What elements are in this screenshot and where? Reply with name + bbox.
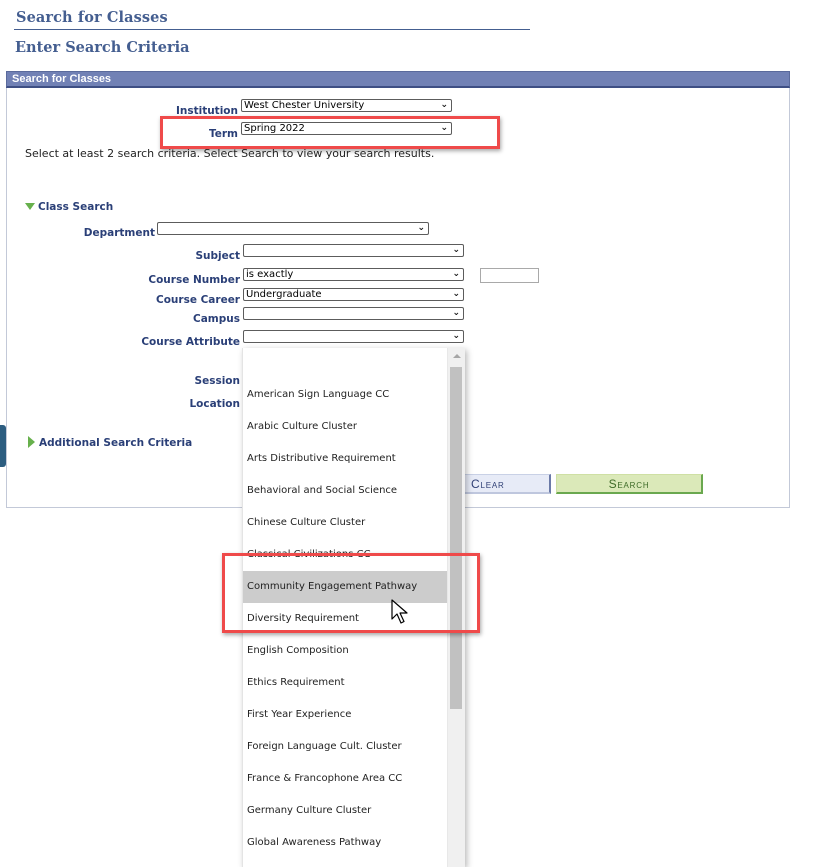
subject-select[interactable]: ⌄ — [243, 244, 464, 257]
course-attribute-label: Course Attribute — [141, 336, 240, 348]
dropdown-option[interactable]: Ethics Requirement — [243, 667, 448, 699]
panel-header-title: Search for Classes — [12, 73, 112, 85]
chevron-down-icon: ⌄ — [452, 269, 460, 279]
title-divider — [14, 29, 530, 30]
triangle-down-icon — [25, 203, 35, 210]
course-attribute-select[interactable]: ⌄ — [243, 330, 464, 343]
dropdown-option[interactable]: English Composition — [243, 635, 448, 667]
term-highlight-box — [160, 116, 500, 149]
session-label: Session — [194, 375, 240, 387]
mouse-pointer-icon — [391, 599, 408, 624]
department-select[interactable]: ⌄ — [157, 222, 429, 235]
course-number-label: Course Number — [148, 274, 240, 286]
course-career-label: Course Career — [156, 294, 240, 306]
dropdown-option[interactable]: Foreign Language Cult. Cluster — [243, 731, 448, 763]
chevron-down-icon: ⌄ — [452, 289, 460, 299]
scroll-up-arrow-icon[interactable] — [453, 354, 461, 358]
page-subtitle: Enter Search Criteria — [15, 39, 190, 56]
side-panel-tab[interactable] — [0, 425, 6, 467]
dropdown-option[interactable]: American Sign Language CC — [243, 379, 448, 411]
course-career-value: Undergraduate — [246, 289, 322, 300]
search-button[interactable]: Search — [556, 474, 703, 494]
dropdown-option[interactable]: France & Francophone Area CC — [243, 763, 448, 795]
class-search-label: Class Search — [38, 201, 114, 213]
panel-header: Search for Classes — [6, 71, 790, 88]
dropdown-option[interactable]: Arabic Culture Cluster — [243, 411, 448, 443]
additional-criteria-label: Additional Search Criteria — [39, 437, 193, 449]
dropdown-option[interactable]: Behavioral and Social Science — [243, 475, 448, 507]
chevron-down-icon: ⌄ — [440, 100, 448, 110]
department-label: Department — [83, 227, 155, 239]
subject-label: Subject — [195, 250, 240, 262]
dropdown-option[interactable]: Arts Distributive Requirement — [243, 443, 448, 475]
scrollbar-thumb[interactable] — [450, 367, 462, 709]
additional-criteria-toggle[interactable]: Additional Search Criteria — [28, 436, 192, 449]
dropdown-option[interactable]: Global Awareness Pathway — [243, 827, 448, 859]
option-highlight-box — [222, 553, 480, 633]
location-label: Location — [189, 398, 240, 410]
campus-label: Campus — [193, 313, 240, 325]
course-number-input[interactable] — [480, 268, 539, 283]
course-number-operator-value: is exactly — [246, 269, 294, 280]
page-title: Search for Classes — [16, 9, 168, 26]
course-number-operator-select[interactable]: is exactly ⌄ — [243, 268, 464, 281]
dropdown-option[interactable]: Chinese Culture Cluster — [243, 507, 448, 539]
chevron-down-icon: ⌄ — [452, 308, 460, 318]
chevron-down-icon: ⌄ — [452, 245, 460, 255]
campus-select[interactable]: ⌄ — [243, 307, 464, 320]
course-career-select[interactable]: Undergraduate ⌄ — [243, 288, 464, 301]
dropdown-option[interactable]: Germany Culture Cluster — [243, 795, 448, 827]
dropdown-option[interactable]: First Year Experience — [243, 699, 448, 731]
triangle-right-icon — [28, 436, 35, 448]
institution-select[interactable]: West Chester University ⌄ — [241, 99, 452, 112]
institution-value: West Chester University — [244, 100, 365, 111]
search-hint-text: Select at least 2 search criteria. Selec… — [25, 147, 435, 160]
chevron-down-icon: ⌄ — [417, 223, 425, 233]
chevron-down-icon: ⌄ — [452, 331, 460, 341]
class-search-section-toggle[interactable]: Class Search — [25, 201, 113, 213]
dropdown-option[interactable] — [243, 348, 448, 379]
